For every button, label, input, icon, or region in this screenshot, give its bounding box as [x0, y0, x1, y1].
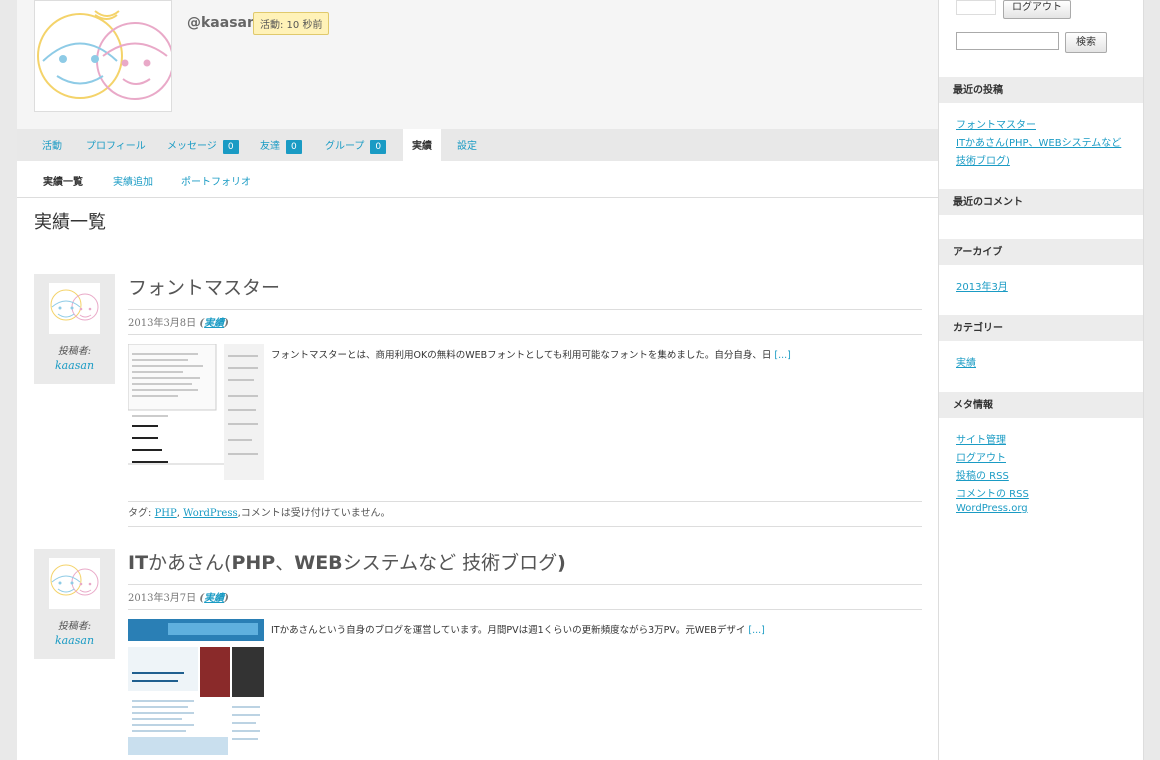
title-part: かあさん(: [148, 552, 232, 574]
messages-count-badge: 0: [222, 140, 239, 154]
meta-link-site-admin[interactable]: サイト管理: [956, 431, 1006, 446]
post-category-link[interactable]: 実績: [204, 318, 224, 329]
tab-activity[interactable]: 活動: [42, 129, 62, 161]
sidebar-avatar[interactable]: [956, 0, 996, 15]
post-thumbnail[interactable]: [128, 344, 264, 480]
tab-groups[interactable]: グループ 0: [325, 129, 387, 161]
search-button[interactable]: 検索: [1065, 32, 1107, 53]
author-avatar[interactable]: [49, 283, 100, 334]
profile-nav: 活動 プロフィール メッセージ 0 友達 0 グループ 0 実績 設定: [17, 129, 938, 161]
activity-badge: 活動: 10 秒前: [253, 12, 330, 35]
author-box: 投稿者: kaasan: [34, 274, 115, 384]
sub-nav: 実績一覧 実績追加 ポートフォリオ: [17, 161, 938, 198]
tag-link[interactable]: PHP: [155, 508, 177, 519]
main-column: @kaasan 活動: 10 秒前 活動 プロフィール メッセージ 0 友達 0 グ…: [17, 0, 938, 760]
profile-header: @kaasan 活動: 10 秒前: [17, 0, 938, 129]
post-meta: 2013年3月7日 (実績): [128, 589, 922, 610]
profile-handle: @kaasan: [187, 15, 257, 31]
post-excerpt: フォントマスターとは、商用利用OKの無料のWEBフォントとしても利用可能なフォン…: [271, 347, 931, 361]
widget-archives-title: アーカイブ: [939, 239, 1143, 265]
comments-closed-text: ,コメントは受け付けていません。: [237, 508, 391, 519]
friends-count-badge: 0: [286, 140, 302, 154]
widget-meta-title: メタ情報: [939, 392, 1143, 418]
post-thumbnail[interactable]: [128, 619, 264, 755]
tab-friends[interactable]: 友達 0: [260, 129, 302, 161]
author-label: 投稿者:: [57, 346, 92, 357]
post-excerpt-text: ITかあさんという自身のブログを運営しています。月間PVは週1くらいの更新頻度な…: [271, 625, 746, 636]
title-part: PHP: [231, 552, 276, 574]
meta-link-logout[interactable]: ログアウト: [956, 449, 1006, 464]
post-category-link[interactable]: 実績: [204, 593, 224, 604]
subnav-add-achievement[interactable]: 実績追加: [113, 173, 153, 188]
tab-friends-label: 友達: [260, 141, 280, 152]
read-more-link[interactable]: [...]: [748, 625, 764, 636]
title-part: ): [557, 552, 566, 574]
post-item: 投稿者: kaasan ITかあさん(PHP、WEBシステムなど 技術ブログ) …: [34, 549, 922, 760]
author-box: 投稿者: kaasan: [34, 549, 115, 659]
author-name-link[interactable]: kaasan: [34, 359, 115, 372]
title-part: 、: [275, 552, 295, 574]
recent-post-link-cont[interactable]: 技術ブログ): [956, 152, 1010, 167]
archive-link[interactable]: 2013年3月: [956, 278, 1008, 293]
tab-messages[interactable]: メッセージ 0: [167, 129, 239, 161]
post-item: 投稿者: kaasan フォントマスター 2013年3月8日 (実績) フォント…: [34, 274, 922, 527]
author-avatar[interactable]: [49, 558, 100, 609]
search-input[interactable]: [956, 32, 1059, 50]
meta-link-wordpress[interactable]: WordPress.org: [956, 503, 1028, 514]
tab-groups-label: グループ: [325, 141, 365, 152]
title-part: IT: [128, 552, 149, 574]
post-excerpt: ITかあさんという自身のブログを運営しています。月間PVは週1くらいの更新頻度な…: [271, 622, 931, 636]
tab-messages-label: メッセージ: [167, 141, 217, 152]
widget-recent-posts-title: 最近の投稿: [939, 77, 1143, 103]
subnav-portfolio[interactable]: ポートフォリオ: [181, 173, 251, 188]
widget-recent-comments-title: 最近のコメント: [939, 189, 1143, 215]
author-label: 投稿者:: [57, 621, 92, 632]
post-meta: 2013年3月8日 (実績): [128, 314, 922, 335]
tags-label: タグ:: [128, 508, 152, 519]
logout-button[interactable]: ログアウト: [1003, 0, 1071, 19]
post-date: 2013年3月8日: [128, 318, 197, 329]
tab-settings[interactable]: 設定: [457, 129, 477, 161]
sidebar: ログアウト 検索 最近の投稿 フォントマスター ITかあさん(PHP、WEBシス…: [938, 0, 1144, 760]
post-tags: タグ: PHP, WordPress,コメントは受け付けていません。: [128, 501, 922, 527]
category-link[interactable]: 実績: [956, 354, 976, 369]
post-date: 2013年3月7日: [128, 593, 197, 604]
recent-post-link[interactable]: フォントマスター: [956, 116, 1036, 131]
post-title-link[interactable]: ITかあさん(PHP、WEBシステムなど 技術ブログ): [128, 549, 922, 585]
meta-link-comments-rss[interactable]: コメントの RSS: [956, 485, 1029, 500]
post-excerpt-text: フォントマスターとは、商用利用OKの無料のWEBフォントとしても利用可能なフォン…: [271, 350, 772, 361]
title-part: システムなど 技術ブログ: [342, 552, 558, 574]
groups-count-badge: 0: [370, 140, 387, 154]
subnav-achievements-list[interactable]: 実績一覧: [43, 173, 83, 188]
tag-link[interactable]: WordPress: [183, 508, 238, 519]
widget-categories-title: カテゴリー: [939, 315, 1143, 341]
author-name-link[interactable]: kaasan: [34, 634, 115, 647]
tab-profile[interactable]: プロフィール: [86, 129, 146, 161]
post-title-link[interactable]: フォントマスター: [128, 274, 922, 310]
tab-achievements[interactable]: 実績: [403, 129, 441, 161]
recent-post-link[interactable]: ITかあさん(PHP、WEBシステムなど: [956, 134, 1121, 149]
meta-link-posts-rss[interactable]: 投稿の RSS: [956, 467, 1009, 482]
profile-avatar: [34, 0, 172, 112]
title-part: WEB: [294, 552, 343, 574]
page-title: 実績一覧: [34, 212, 106, 233]
read-more-link[interactable]: [...]: [774, 350, 790, 361]
